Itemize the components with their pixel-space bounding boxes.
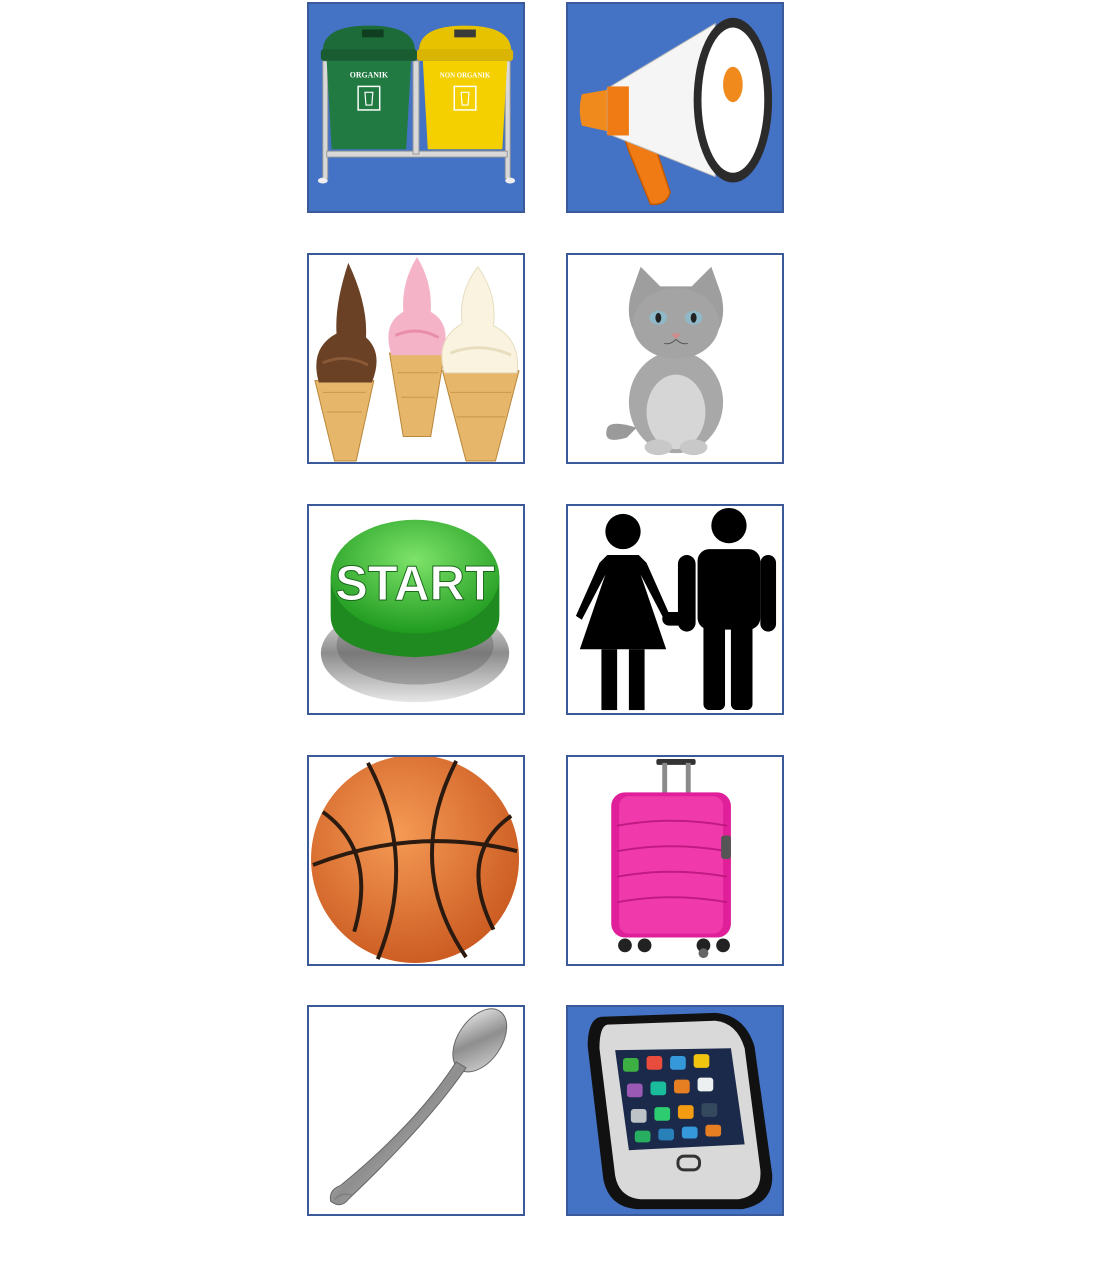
tile-couple[interactable] bbox=[566, 504, 784, 715]
megaphone-icon bbox=[579, 17, 773, 206]
ice-cream-icon bbox=[314, 256, 520, 462]
basketball-icon bbox=[311, 757, 519, 963]
couple-icon bbox=[575, 507, 777, 711]
tile-trash-bins[interactable]: ORGANIK NON ORGANIK bbox=[307, 2, 525, 213]
tile-megaphone[interactable] bbox=[566, 2, 784, 213]
tile-start-button[interactable]: START bbox=[307, 504, 525, 715]
suitcase-icon bbox=[611, 758, 731, 959]
start-button-icon: START bbox=[320, 519, 510, 703]
picture-grid: ORGANIK NON ORGANIK START bbox=[0, 0, 1096, 1270]
spoon-icon bbox=[329, 1008, 508, 1206]
trash-bins-icon: ORGANIK NON ORGANIK bbox=[317, 25, 516, 184]
start-button-label: START bbox=[335, 557, 495, 611]
tile-basketball[interactable] bbox=[307, 755, 525, 966]
kitten-icon bbox=[606, 266, 724, 456]
tile-kitten[interactable] bbox=[566, 253, 784, 464]
tile-spoon[interactable] bbox=[307, 1005, 525, 1216]
tile-suitcase[interactable] bbox=[566, 755, 784, 966]
smartphone-icon bbox=[587, 1012, 773, 1210]
tile-smartphone[interactable] bbox=[566, 1005, 784, 1216]
bin-left-label: ORGANIK bbox=[350, 71, 389, 80]
tile-ice-cream[interactable] bbox=[307, 253, 525, 464]
bin-right-label: NON ORGANIK bbox=[440, 73, 491, 80]
